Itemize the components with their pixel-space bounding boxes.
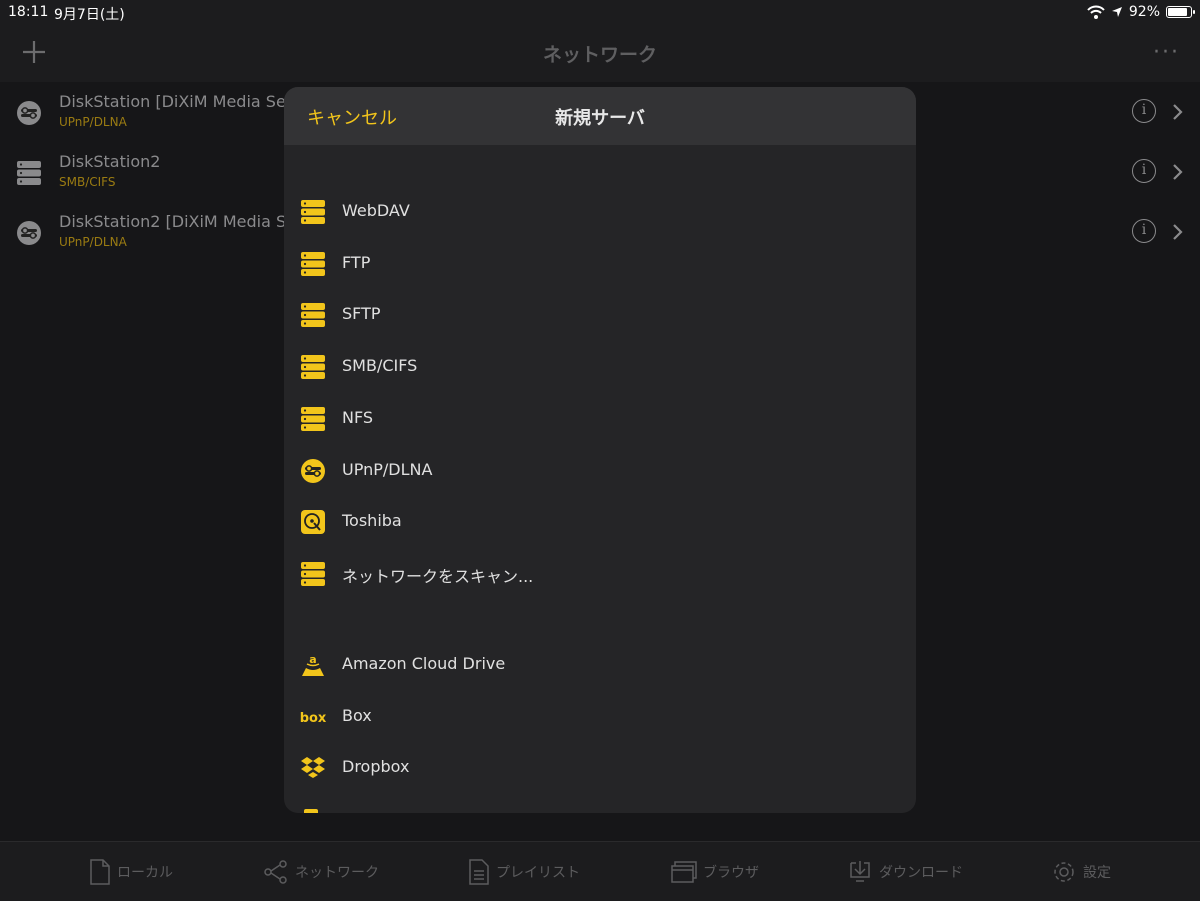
status-time: 18:11	[8, 4, 49, 20]
server-type-option[interactable]: a Amazon Cloud Drive	[284, 640, 916, 690]
more-button[interactable]: ···	[1153, 40, 1180, 65]
option-label: Amazon Cloud Drive	[342, 654, 506, 673]
chevron-right-icon[interactable]	[1170, 220, 1186, 244]
option-label: UPnP/DLNA	[342, 459, 433, 479]
tab-label: ローカル	[117, 864, 173, 881]
sheet-title: 新規サーバ	[555, 108, 645, 129]
chevron-right-icon[interactable]	[1170, 100, 1186, 124]
file-icon	[89, 858, 111, 885]
server-type-option[interactable]: SFTP	[284, 290, 916, 340]
server-icon	[300, 354, 326, 380]
option-label: Box	[342, 705, 372, 725]
server-icon	[16, 160, 42, 186]
option-label: Toshiba	[342, 511, 402, 531]
dropbox-icon	[300, 755, 326, 781]
server-icon	[300, 406, 326, 432]
tab-download[interactable]: ダウンロード	[847, 842, 963, 901]
server-type-option[interactable]: Dropbox	[284, 743, 916, 793]
server-type-option[interactable]: WebDAV	[284, 187, 916, 237]
server-type: SMB/CIFS	[59, 175, 116, 189]
info-icon[interactable]: i	[1132, 99, 1156, 123]
browser-icon	[671, 860, 697, 883]
upnp-icon	[16, 220, 42, 246]
server-type-option[interactable]: NFS	[284, 394, 916, 444]
server-name: DiskStation2	[59, 152, 161, 171]
location-arrow-icon	[1111, 7, 1122, 17]
page-title: ネットワーク	[542, 44, 657, 66]
server-name: DiskStation2 [DiXiM Media Se	[59, 212, 296, 231]
option-label: SMB/CIFS	[342, 356, 418, 376]
status-date: 9月7日(土)	[54, 7, 125, 23]
tab-playlist[interactable]: プレイリスト	[468, 842, 580, 901]
share-icon	[263, 859, 289, 885]
amazon-icon: a	[300, 652, 326, 678]
sheet-header: キャンセル 新規サーバ	[284, 87, 916, 145]
playlist-icon	[468, 858, 490, 885]
info-icon[interactable]: i	[1132, 219, 1156, 243]
option-label: WebDAV	[342, 201, 410, 220]
info-icon[interactable]: i	[1132, 159, 1156, 183]
server-type-option[interactable]: UPnP/DLNA	[284, 446, 916, 496]
tab-label: 設定	[1083, 864, 1111, 881]
tab-gear[interactable]: 設定	[1051, 842, 1111, 901]
chevron-right-icon[interactable]	[1170, 160, 1186, 184]
status-bar: 18:11 9月7日(土) 92%	[0, 0, 1200, 24]
tab-share[interactable]: ネットワーク	[263, 842, 379, 901]
tab-label: ブラウザ	[703, 864, 759, 881]
download-icon	[847, 860, 873, 884]
new-server-sheet: キャンセル 新規サーバ WebDAV FTP SFTP SMB/CIFS NFS…	[284, 87, 916, 813]
option-label: SFTP	[342, 304, 381, 324]
hdd-icon	[300, 509, 326, 535]
upnp-icon	[16, 100, 42, 126]
battery-percent: 92%	[1128, 4, 1160, 20]
wifi-icon	[1087, 5, 1105, 19]
server-name: DiskStation [DiXiM Media Serv	[59, 92, 302, 111]
tab-label: ネットワーク	[295, 864, 379, 881]
box-icon: box	[300, 704, 327, 730]
svg-text:box: box	[300, 711, 326, 726]
tab-label: ダウンロード	[879, 864, 963, 881]
server-type-option[interactable]: FTP	[284, 239, 916, 289]
battery-icon	[1166, 6, 1195, 18]
upnp-icon	[300, 458, 326, 484]
server-type: UPnP/DLNA	[59, 235, 127, 249]
option-label: Dropbox	[342, 757, 410, 777]
server-type-option[interactable]: SMB/CIFS	[284, 342, 916, 392]
svg-text:a: a	[309, 653, 316, 666]
server-type-option[interactable]: box Box	[284, 692, 916, 742]
server-type-option[interactable]: Toshiba	[284, 497, 916, 547]
tab-file[interactable]: ローカル	[89, 842, 173, 901]
option-label: FTP	[342, 252, 371, 272]
option-label: ネットワークをスキャン...	[342, 566, 534, 586]
server-icon	[300, 302, 326, 328]
tab-bar: ローカル ネットワーク プレイリスト ブラウザ ダウンロード 設定	[0, 841, 1200, 901]
google-drive-icon	[304, 809, 318, 813]
tab-label: プレイリスト	[496, 864, 580, 881]
option-label: NFS	[342, 407, 374, 427]
server-icon	[300, 199, 326, 225]
navigation-bar: ネットワーク ···	[0, 24, 1200, 82]
gear-icon	[1051, 859, 1077, 885]
server-icon	[300, 561, 326, 587]
tab-browser[interactable]: ブラウザ	[671, 842, 759, 901]
server-type-option[interactable]: ネットワークをスキャン...	[284, 549, 916, 599]
server-type: UPnP/DLNA	[59, 115, 127, 129]
server-icon	[300, 251, 326, 277]
